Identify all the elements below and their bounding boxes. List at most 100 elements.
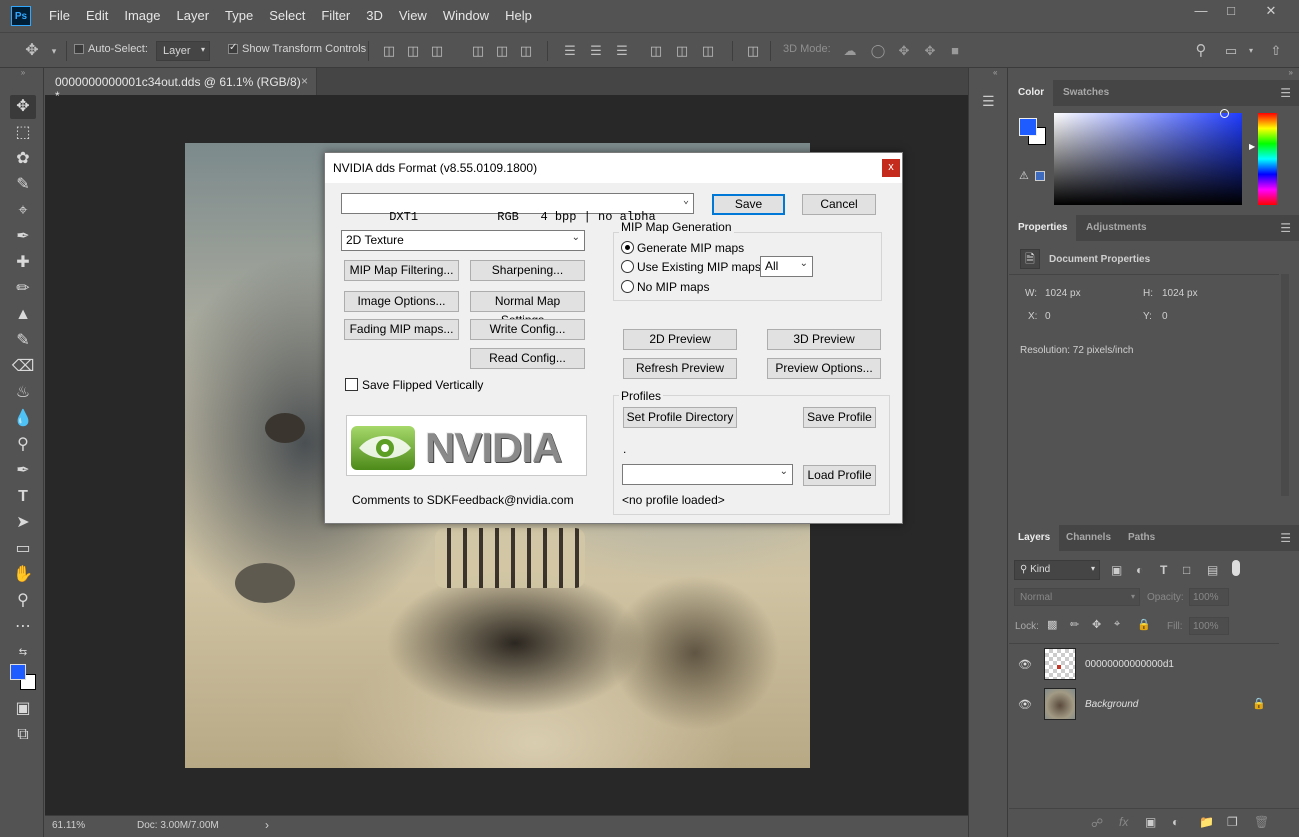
slide-3d-icon[interactable]: ✥ xyxy=(922,43,938,59)
show-transform-checkbox[interactable] xyxy=(228,42,238,54)
quick-mask-icon[interactable]: ▣ xyxy=(10,697,36,721)
document-tab[interactable]: 0000000000001c34out.dds @ 61.1% (RGB/8) … xyxy=(45,68,317,103)
align-top-icon[interactable]: ◫ xyxy=(381,43,397,59)
color-picker-field[interactable] xyxy=(1054,109,1242,205)
no-mip-radio[interactable] xyxy=(621,280,634,293)
healing-brush-tool-icon[interactable]: ✚ xyxy=(10,251,36,275)
distribute-bottom-icon[interactable]: ☰ xyxy=(614,43,630,59)
tab-properties[interactable]: Properties xyxy=(1009,215,1077,241)
menu-window[interactable]: Window xyxy=(435,0,497,32)
search-icon[interactable]: ⚲ xyxy=(1193,43,1209,59)
menu-help[interactable]: Help xyxy=(497,0,540,32)
add-mask-icon[interactable]: ▣ xyxy=(1145,815,1156,829)
menu-select[interactable]: Select xyxy=(261,0,313,32)
menu-file[interactable]: File xyxy=(41,0,78,32)
quick-selection-tool-icon[interactable]: ✎ xyxy=(10,173,36,197)
lasso-tool-icon[interactable]: ✿ xyxy=(10,147,36,171)
eye-icon[interactable]: 👁 xyxy=(1018,658,1032,671)
tab-swatches[interactable]: Swatches xyxy=(1054,80,1118,106)
width-value[interactable]: 1024 px xyxy=(1045,288,1081,299)
layer-row[interactable]: 👁 00000000000000d1 xyxy=(1009,645,1279,685)
texture-type-dropdown[interactable]: 2D Texture ⌄ xyxy=(341,230,585,251)
menu-edit[interactable]: Edit xyxy=(78,0,116,32)
maximize-icon[interactable]: □ xyxy=(1216,2,1246,20)
distribute-top-icon[interactable]: ☰ xyxy=(562,43,578,59)
save-profile-button[interactable]: Save Profile xyxy=(803,407,876,428)
dodge-tool-icon[interactable]: ⚲ xyxy=(10,433,36,457)
dds-format-dropdown[interactable]: DXT1 RGB 4 bpp | no alpha ⌄ xyxy=(341,193,694,224)
cancel-button[interactable]: Cancel xyxy=(802,194,876,215)
workspace-icon[interactable]: ▭ xyxy=(1223,43,1239,59)
image-options-button[interactable]: Image Options... xyxy=(344,291,459,312)
blend-mode-dropdown[interactable]: Normal ▾ xyxy=(1014,588,1140,606)
align-vcenter-icon[interactable]: ◫ xyxy=(405,43,421,59)
web-safe-color-swatch[interactable] xyxy=(1035,171,1045,181)
align-right-icon[interactable]: ◫ xyxy=(518,43,534,59)
distribute-left-icon[interactable]: ◫ xyxy=(648,43,664,59)
clone-stamp-tool-icon[interactable]: ▲ xyxy=(10,303,36,327)
color-picker-handle[interactable] xyxy=(1220,109,1229,118)
history-brush-tool-icon[interactable]: ✎ xyxy=(10,329,36,353)
auto-select-target-dropdown[interactable]: Layer ▾ xyxy=(156,41,210,61)
opacity-field[interactable]: 100% xyxy=(1189,588,1229,606)
align-hcenter-icon[interactable]: ◫ xyxy=(494,43,510,59)
roll-3d-icon[interactable]: ◯ xyxy=(870,43,886,59)
layer-filter-dropdown[interactable]: ⚲ Kind ▾ xyxy=(1014,560,1100,580)
auto-align-icon[interactable]: ◫ xyxy=(745,43,761,59)
properties-scrollbar[interactable] xyxy=(1281,274,1289,496)
write-config-button[interactable]: Write Config... xyxy=(470,319,585,340)
chevron-down-icon[interactable]: ▾ xyxy=(1243,43,1259,59)
read-config-button[interactable]: Read Config... xyxy=(470,348,585,369)
mip-map-filtering-button[interactable]: MIP Map Filtering... xyxy=(344,260,459,281)
lock-pixels-icon[interactable]: ✏ xyxy=(1070,618,1079,631)
chevron-right-icon[interactable]: › xyxy=(265,818,269,832)
generate-mip-radio[interactable] xyxy=(621,241,634,254)
tab-layers[interactable]: Layers xyxy=(1009,525,1060,551)
menu-view[interactable]: View xyxy=(391,0,435,32)
new-layer-icon[interactable]: ❐ xyxy=(1227,815,1238,829)
layer-row[interactable]: 👁 Background 🔒 xyxy=(1009,685,1279,725)
marquee-tool-icon[interactable]: ⬚ xyxy=(10,121,36,145)
panel-menu-icon[interactable]: ☰ xyxy=(1280,221,1291,235)
hand-tool-icon[interactable]: ✋ xyxy=(10,563,36,587)
orbit-3d-icon[interactable]: ☁ xyxy=(842,43,858,59)
menu-3d[interactable]: 3D xyxy=(358,0,391,32)
lock-transparent-icon[interactable]: ▩ xyxy=(1047,618,1057,631)
menu-image[interactable]: Image xyxy=(116,0,168,32)
chevron-down-icon[interactable]: ▾ xyxy=(46,43,62,59)
lock-all-icon[interactable]: 🔒 xyxy=(1137,618,1151,631)
sharpening-button[interactable]: Sharpening... xyxy=(470,260,585,281)
tab-paths[interactable]: Paths xyxy=(1119,525,1164,551)
distribute-vcenter-icon[interactable]: ☰ xyxy=(588,43,604,59)
use-existing-mip-radio[interactable] xyxy=(621,260,634,273)
fading-mip-maps-button[interactable]: Fading MIP maps... xyxy=(344,319,459,340)
align-bottom-icon[interactable]: ◫ xyxy=(429,43,445,59)
distribute-hcenter-icon[interactable]: ◫ xyxy=(674,43,690,59)
layer-name[interactable]: Background xyxy=(1085,699,1138,710)
hue-slider-handle-icon[interactable]: ▶ xyxy=(1249,142,1255,151)
more-tools-icon[interactable]: ⋯ xyxy=(10,615,36,639)
lock-position-icon[interactable]: ✥ xyxy=(1092,618,1101,631)
distribute-right-icon[interactable]: ◫ xyxy=(700,43,716,59)
adjustment-layer-filter-icon[interactable]: ◐ xyxy=(1136,563,1143,577)
link-layers-icon[interactable]: ☍ xyxy=(1091,816,1103,830)
panel-menu-icon[interactable]: ☰ xyxy=(1280,86,1291,100)
pen-tool-icon[interactable]: ✒ xyxy=(10,459,36,483)
auto-select-checkbox[interactable] xyxy=(74,44,84,54)
profile-dropdown[interactable]: ⌄ xyxy=(622,464,793,485)
smart-object-filter-icon[interactable]: ▤ xyxy=(1207,563,1218,577)
tab-adjustments[interactable]: Adjustments xyxy=(1077,215,1156,241)
scale-3d-icon[interactable]: ■ xyxy=(947,43,963,59)
drag-3d-icon[interactable]: ✥ xyxy=(896,43,912,59)
collapse-tools-icon[interactable]: » xyxy=(10,68,36,78)
swap-colors-icon[interactable]: ⇆ xyxy=(10,641,36,665)
crop-tool-icon[interactable]: ⌖ xyxy=(10,199,36,223)
fill-field[interactable]: 100% xyxy=(1189,617,1229,635)
move-tool-icon[interactable]: ✥ xyxy=(10,95,36,119)
screen-mode-icon[interactable]: ⧉ xyxy=(10,723,36,747)
delete-layer-icon[interactable]: 🗑 xyxy=(1254,815,1269,829)
new-group-icon[interactable]: 📁 xyxy=(1199,815,1214,829)
load-profile-button[interactable]: Load Profile xyxy=(803,465,876,486)
filter-toggle-switch[interactable] xyxy=(1232,560,1240,576)
type-layer-filter-icon[interactable]: T xyxy=(1160,563,1167,577)
